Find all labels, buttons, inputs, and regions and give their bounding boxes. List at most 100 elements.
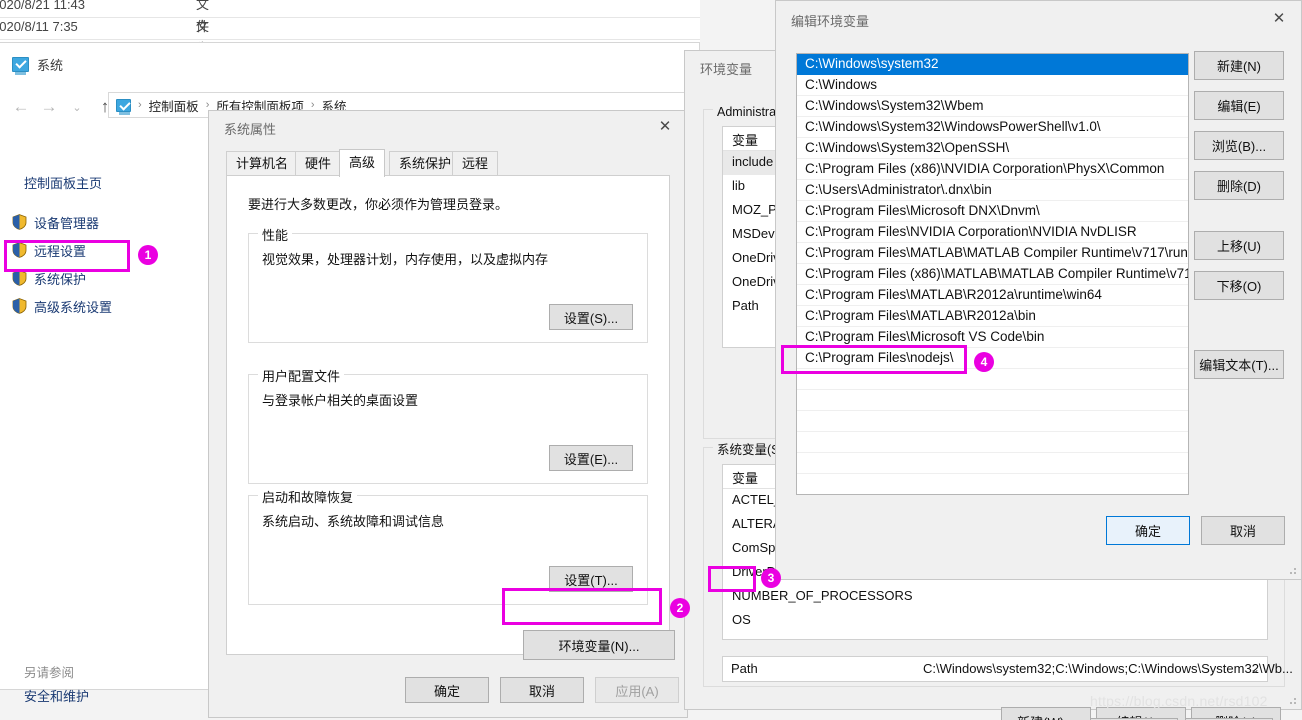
column-header-variable: 变量 [732,133,759,148]
list-item[interactable]: C:\Users\Administrator\.dnx\bin [797,180,1188,201]
list-item-empty[interactable] [797,453,1188,474]
path-value: C:\Program Files\MATLAB\MATLAB Compiler … [805,245,1188,260]
edit-environment-variable-dialog: 编辑环境变量 ✕ C:\Windows\system32 C:\Windows … [775,0,1302,580]
system-new-button[interactable]: 新建(W)... [1001,707,1091,720]
sidebar-item-device-manager[interactable]: 设备管理器 [8,211,99,233]
resize-grip-icon[interactable] [1288,696,1298,706]
move-down-button[interactable]: 下移(O) [1194,271,1284,300]
back-icon[interactable]: ← [8,95,34,119]
list-item[interactable]: C:\Windows\System32\OpenSSH\ [797,138,1188,159]
sidebar-item-security-and-maintenance[interactable]: 安全和维护 [24,686,89,705]
edit-cancel-button[interactable]: 取消 [1201,516,1285,545]
system-properties-dialog: 系统属性 ✕ 计算机名 硬件 高级 系统保护 远程 要进行大多数更改，你必须作为… [208,110,688,718]
dialog-title: 编辑环境变量 [791,14,870,29]
list-item-empty[interactable] [797,411,1188,432]
file-date: 2020/8/21 11:43 [0,0,86,12]
path-value: C:\Windows\System32\OpenSSH\ [805,140,1010,155]
list-item[interactable]: C:\Program Files\MATLAB\R2012a\runtime\w… [797,285,1188,306]
list-item[interactable]: C:\Windows\system32 [797,54,1188,75]
resize-grip-icon[interactable] [1288,566,1298,576]
step-badge-3: 3 [761,568,781,588]
screen-root: 2020/8/21 11:43 文件夹 2020/8/11 7:35 文件夹 2… [0,0,1302,720]
sidebar-item-system-protection[interactable]: 系统保护 [8,267,86,289]
path-value: C:\Windows\system32 [805,56,939,71]
sidebar-item-control-panel-home[interactable]: 控制面板主页 [24,173,102,192]
new-button[interactable]: 新建(N) [1194,51,1284,80]
browse-button[interactable]: 浏览(B)... [1194,131,1284,160]
step-badge-1: 1 [138,245,158,265]
move-up-button[interactable]: 上移(U) [1194,231,1284,260]
variable-name: Path [731,661,758,676]
environment-variables-button[interactable]: 环境变量(N)... [523,630,675,660]
list-item[interactable]: C:\Program Files\NVIDIA Corporation\NVID… [797,222,1188,243]
sidebar-item-remote-settings[interactable]: 远程设置 [8,239,86,261]
list-item-empty[interactable] [797,432,1188,453]
sidebar: 控制面板主页 设备管理器 远程设置 系统保护 高级系统设置 另请参阅 安全和维护 [0,135,200,704]
dialog-title: 系统属性 [224,122,277,137]
user-profiles-settings-button[interactable]: 设置(E)... [549,445,633,471]
cancel-button[interactable]: 取消 [500,677,584,703]
system-variable-path-row[interactable]: Path C:\Windows\system32;C:\Windows;C:\W… [722,656,1293,682]
close-icon[interactable]: ✕ [1257,3,1301,33]
user-profiles-group: 用户配置文件 与登录帐户相关的桌面设置 设置(E)... [248,366,648,484]
breadcrumb-separator-icon: › [138,99,142,111]
see-also-label: 另请参阅 [24,666,75,680]
list-item[interactable]: OS [723,609,1267,633]
step-badge-4: 4 [974,352,994,372]
breadcrumb-item-control-panel[interactable]: 控制面板 [149,96,199,115]
edit-text-button[interactable]: 编辑文本(T)... [1194,350,1284,379]
list-item[interactable]: NUMBER_OF_PROCESSORS [723,585,1267,609]
edit-button[interactable]: 编辑(E) [1194,91,1284,120]
path-value: C:\Program Files\Microsoft VS Code\bin [805,329,1045,344]
forward-icon[interactable]: → [36,95,62,119]
apply-button: 应用(A) [595,677,679,703]
list-item[interactable]: C:\Windows [797,75,1188,96]
path-value: C:\Users\Administrator\.dnx\bin [805,182,992,197]
path-value: C:\Windows\System32\WindowsPowerShell\v1… [805,119,1101,134]
navigation-buttons: ← → ⌄ ↑ [8,95,118,119]
ok-button[interactable]: 确定 [405,677,489,703]
chevron-down-icon[interactable]: ⌄ [64,95,90,119]
tab-panel-advanced: 要进行大多数更改，你必须作为管理员登录。 性能 视觉效果，处理器计划，内存使用，… [226,175,675,660]
list-item[interactable]: C:\Windows\System32\WindowsPowerShell\v1… [797,117,1188,138]
tab-system-protection[interactable]: 系统保护 [389,151,462,176]
variable-name: NUMBER_OF_PROCESSORS [732,588,913,603]
tab-advanced[interactable]: 高级 [339,149,386,177]
close-icon[interactable]: ✕ [643,111,687,141]
sidebar-item-advanced-system-settings[interactable]: 高级系统设置 [8,295,112,317]
path-entries-list[interactable]: C:\Windows\system32 C:\Windows C:\Window… [796,53,1189,495]
chevron-down-icon[interactable]: ⌄ [1250,662,1260,676]
shield-icon [12,298,27,314]
watermark: https://blog.csdn.net/rsd102 [1090,693,1268,709]
startup-recovery-settings-button[interactable]: 设置(T)... [549,566,633,592]
list-item[interactable]: C:\Program Files\Microsoft VS Code\bin [797,327,1188,348]
dialog-title: 环境变量 [700,62,753,77]
tab-computer-name[interactable]: 计算机名 [226,151,299,176]
list-item[interactable]: C:\Program Files (x86)\NVIDIA Corporatio… [797,159,1188,180]
path-value: C:\Program Files (x86)\MATLAB\MATLAB Com… [805,266,1188,281]
column-header-variable: 变量 [732,471,759,486]
path-value: C:\Windows [805,77,878,92]
list-item[interactable]: C:\Program Files\Microsoft DNX\Dnvm\ [797,201,1188,222]
path-value: C:\Program Files\nodejs\ [805,350,954,365]
list-item[interactable]: C:\Program Files\MATLAB\R2012a\bin [797,306,1188,327]
group-description: 与登录帐户相关的桌面设置 [262,393,419,408]
variable-name: Path [732,298,759,313]
tab-strip: 计算机名 硬件 高级 系统保护 远程 [226,149,670,177]
edit-ok-button[interactable]: 确定 [1106,516,1190,545]
variable-name: lib [732,178,746,193]
list-item-empty[interactable] [797,369,1188,390]
list-item-empty[interactable] [797,474,1188,494]
list-item[interactable]: C:\Program Files\MATLAB\MATLAB Compiler … [797,243,1188,264]
delete-button[interactable]: 删除(D) [1194,171,1284,200]
group-label: 性能 [258,225,293,244]
tab-hardware[interactable]: 硬件 [295,151,342,176]
list-item[interactable]: C:\Windows\System32\Wbem [797,96,1188,117]
list-item-empty[interactable] [797,390,1188,411]
performance-settings-button[interactable]: 设置(S)... [549,304,633,330]
sidebar-item-label: 设备管理器 [34,215,100,231]
tab-remote[interactable]: 远程 [452,151,499,176]
group-label: 启动和故障恢复 [258,487,358,506]
path-value: C:\Program Files\NVIDIA Corporation\NVID… [805,224,1137,239]
list-item[interactable]: C:\Program Files (x86)\MATLAB\MATLAB Com… [797,264,1188,285]
